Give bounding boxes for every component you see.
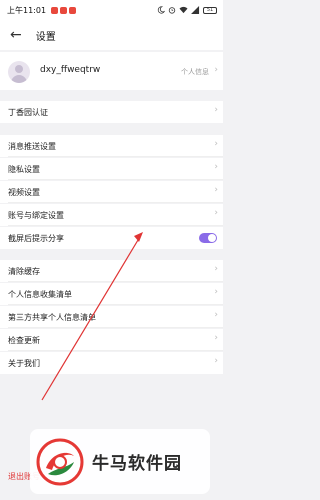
chevron-right-icon: ›	[214, 287, 218, 297]
settings-item-clear-cache[interactable]: 清除缓存 ›	[0, 260, 223, 282]
notification-icon	[69, 6, 77, 14]
settings-item-label: 检查更新	[8, 336, 40, 345]
settings-item-label: 清除缓存	[8, 267, 40, 276]
settings-item-certification[interactable]: 丁香园认证 ›	[0, 101, 223, 123]
battery-icon: 51	[203, 6, 217, 14]
settings-item-video[interactable]: 视频设置 ›	[0, 181, 223, 203]
moon-icon	[157, 6, 165, 14]
settings-item-screenshot-share: 截屏后提示分享	[0, 227, 223, 249]
arrow-left-icon[interactable]: ←	[10, 28, 22, 42]
chevron-right-icon: ›	[214, 139, 218, 149]
watermark-logo-icon	[36, 438, 84, 485]
settings-item-third-party-list[interactable]: 第三方共享个人信息清单 ›	[0, 306, 223, 328]
divider	[8, 304, 223, 305]
header: ← 设置	[0, 20, 223, 50]
settings-item-push[interactable]: 消息推送设置 ›	[0, 135, 223, 157]
page-title: 设置	[35, 31, 56, 43]
divider	[8, 179, 223, 180]
status-right: 51	[157, 0, 217, 20]
chevron-right-icon: ›	[214, 185, 218, 195]
status-time: 上午11:01	[7, 5, 47, 15]
watermark-text: 牛马软件园	[92, 454, 182, 474]
wifi-icon	[179, 6, 188, 14]
chevron-right-icon: ›	[214, 162, 218, 172]
divider	[8, 327, 223, 328]
chevron-right-icon: ›	[214, 310, 218, 320]
settings-item-label: 截屏后提示分享	[8, 234, 64, 243]
settings-item-label: 视频设置	[8, 188, 40, 197]
chevron-right-icon: ›	[214, 356, 218, 366]
divider	[8, 350, 223, 351]
username: dxy_ffweqtrw	[40, 65, 101, 75]
settings-item-label: 隐私设置	[8, 165, 40, 174]
settings-item-label: 丁香园认证	[8, 108, 48, 117]
alarm-icon	[168, 7, 176, 14]
chevron-right-icon: ›	[214, 105, 218, 115]
profile-info-link[interactable]: 个人信息	[181, 67, 209, 77]
watermark: 牛马软件园	[30, 429, 210, 494]
screenshot-share-toggle[interactable]	[199, 233, 217, 243]
settings-item-about[interactable]: 关于我们 ›	[0, 352, 223, 374]
chevron-right-icon: ›	[214, 65, 218, 75]
chevron-right-icon: ›	[214, 333, 218, 343]
settings-item-label: 关于我们	[8, 359, 40, 368]
chevron-right-icon: ›	[214, 264, 218, 274]
settings-item-personal-info-list[interactable]: 个人信息收集清单 ›	[0, 283, 223, 305]
avatar-body	[11, 75, 27, 83]
avatar-head	[15, 65, 23, 73]
settings-item-check-update[interactable]: 检查更新 ›	[0, 329, 223, 351]
divider	[8, 281, 223, 282]
chevron-right-icon: ›	[214, 208, 218, 218]
divider	[8, 202, 223, 203]
settings-item-label: 个人信息收集清单	[8, 290, 72, 299]
settings-item-label: 账号与绑定设置	[8, 211, 64, 220]
settings-item-label: 消息推送设置	[8, 142, 56, 151]
signal-icon	[191, 6, 200, 14]
status-bar: 上午11:01 51	[0, 0, 223, 20]
avatar	[8, 61, 30, 83]
divider	[8, 156, 223, 157]
settings-item-privacy[interactable]: 隐私设置 ›	[0, 158, 223, 180]
settings-item-label: 第三方共享个人信息清单	[8, 313, 96, 322]
profile-row[interactable]: dxy_ffweqtrw 个人信息 ›	[0, 52, 223, 90]
divider	[8, 225, 223, 226]
settings-item-account-binding[interactable]: 账号与绑定设置 ›	[0, 204, 223, 226]
toggle-knob	[208, 234, 216, 242]
notification-icon	[60, 6, 68, 14]
notification-icons	[49, 6, 77, 14]
notification-icon	[51, 6, 59, 14]
